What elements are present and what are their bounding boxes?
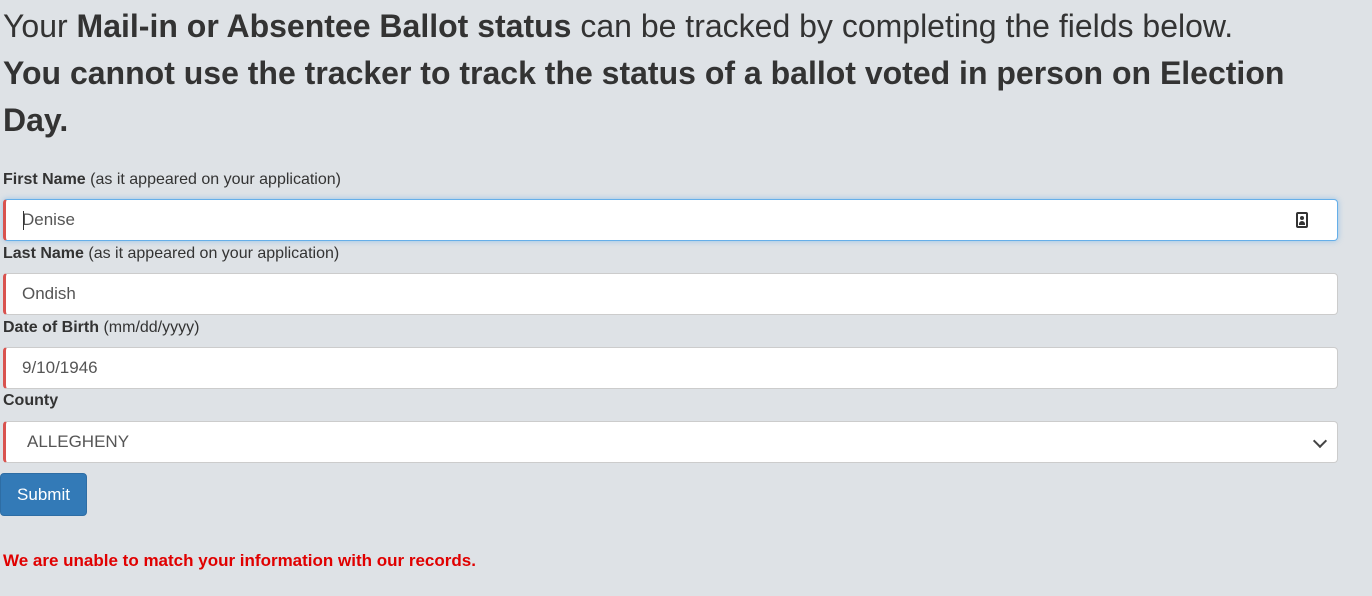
intro-text: Your Mail-in or Absentee Ballot status c… — [3, 3, 1363, 144]
contact-card-icon[interactable] — [1296, 212, 1308, 228]
chevron-down-icon — [1312, 433, 1328, 449]
dob-label-text: Date of Birth — [3, 319, 99, 336]
county-label-text: County — [3, 392, 59, 409]
last-name-label-text: Last Name — [3, 245, 84, 262]
dob-input[interactable] — [6, 348, 1337, 388]
last-name-label: Last Name (as it appeared on your applic… — [3, 244, 339, 264]
intro-line1-bold: Mail-in or Absentee Ballot status — [76, 8, 572, 44]
error-message: We are unable to match your information … — [3, 551, 476, 570]
ballot-tracker-page: Your Mail-in or Absentee Ballot status c… — [0, 0, 1372, 596]
last-name-hint: (as it appeared on your application) — [88, 245, 340, 262]
intro-line1-post: can be tracked by completing the fields … — [571, 8, 1234, 44]
county-label: County — [3, 391, 58, 411]
first-name-hint: (as it appeared on your application) — [90, 171, 341, 188]
intro-line1-pre: Your — [3, 8, 77, 44]
last-name-input[interactable] — [6, 274, 1337, 314]
county-selected-value: ALLEGHENY — [27, 432, 130, 451]
first-name-field[interactable] — [3, 199, 1338, 241]
dob-label: Date of Birth (mm/dd/yyyy) — [3, 318, 199, 338]
text-caret — [23, 211, 24, 230]
dob-field[interactable] — [3, 347, 1338, 389]
county-select[interactable]: ALLEGHENY — [3, 421, 1338, 463]
submit-button[interactable]: Submit — [0, 473, 87, 516]
intro-warning: You cannot use the tracker to track the … — [3, 55, 1285, 138]
first-name-label: First Name (as it appeared on your appli… — [3, 170, 341, 190]
first-name-input[interactable] — [6, 200, 1337, 240]
first-name-label-text: First Name — [3, 171, 86, 188]
dob-hint: (mm/dd/yyyy) — [103, 319, 200, 336]
last-name-field[interactable] — [3, 273, 1338, 315]
